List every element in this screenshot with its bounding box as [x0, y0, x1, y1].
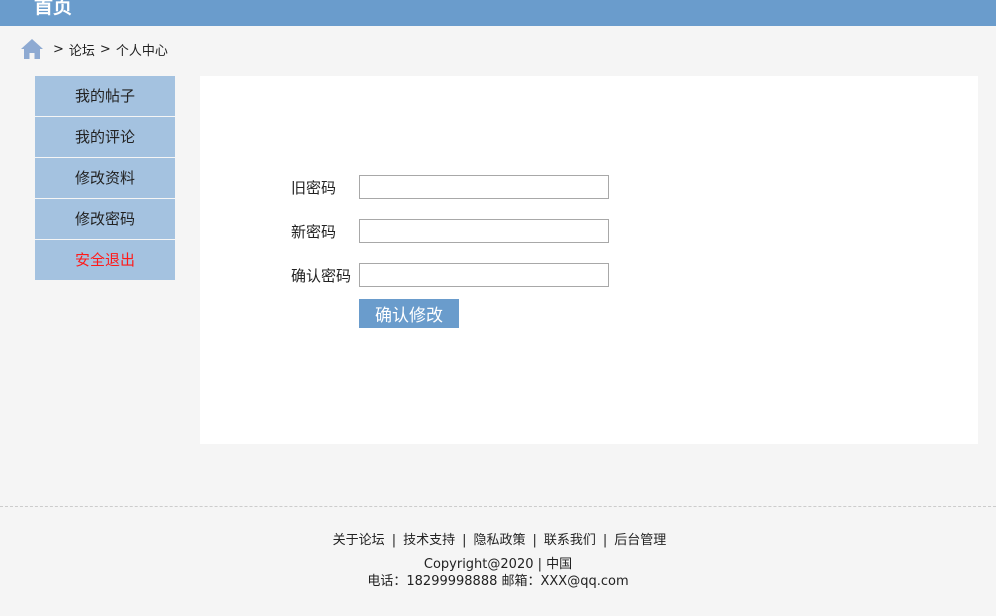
breadcrumb: > 论坛 > 个人中心: [20, 38, 168, 60]
footer-copyright: Copyright@2020 | 中国: [423, 557, 573, 572]
footer-link-about[interactable]: 关于论坛: [333, 533, 385, 548]
sidebar-item-logout[interactable]: 安全退出: [35, 240, 175, 280]
old-password-label: 旧密码: [291, 178, 337, 197]
home-icon[interactable]: [20, 38, 44, 60]
old-password-input[interactable]: [359, 175, 609, 199]
footer: 关于论坛 | 技术支持 | 隐私政策 | 联系我们 | 后台管理 Copyright@2020 …: [0, 532, 996, 590]
sidebar-item-change-password[interactable]: 修改密码: [35, 199, 175, 239]
footer-link-privacy[interactable]: 隐私政策: [473, 533, 525, 548]
footer-divider: [0, 506, 996, 507]
confirm-password-row: 确认密码: [291, 262, 609, 288]
home-link[interactable]: 首页: [34, 0, 72, 22]
top-header-bar: 首页: [0, 0, 996, 26]
footer-link-admin[interactable]: 后台管理: [614, 533, 666, 548]
footer-contact: 电话：18299998888 邮箱：XXX@qq.com: [367, 574, 629, 589]
confirm-change-button[interactable]: 确认修改: [359, 299, 459, 328]
sidebar-menu: 我的帖子 我的评论 修改资料 修改密码 安全退出: [35, 76, 175, 281]
footer-link-contact[interactable]: 联系我们: [544, 533, 596, 548]
footer-link-divider: |: [602, 533, 608, 548]
confirm-password-input[interactable]: [359, 263, 609, 287]
new-password-input[interactable]: [359, 219, 609, 243]
change-password-panel: 旧密码 新密码 确认密码 确认修改: [200, 76, 978, 444]
breadcrumb-separator: >: [53, 41, 64, 57]
sidebar-item-my-comments[interactable]: 我的评论: [35, 117, 175, 157]
old-password-row: 旧密码: [291, 174, 609, 200]
confirm-password-label: 确认密码: [291, 266, 352, 285]
new-password-label: 新密码: [291, 222, 337, 241]
footer-link-divider: |: [462, 533, 467, 548]
footer-links: 关于论坛 | 技术支持 | 隐私政策 | 联系我们 | 后台管理: [3, 532, 996, 549]
sidebar-item-edit-profile[interactable]: 修改资料: [35, 158, 175, 198]
sidebar-item-my-posts[interactable]: 我的帖子: [35, 76, 175, 116]
footer-link-divider: |: [532, 533, 537, 548]
breadcrumb-separator: >: [99, 41, 111, 57]
breadcrumb-personal-center: 个人中心: [115, 43, 168, 59]
footer-link-support[interactable]: 技术支持: [403, 533, 455, 548]
breadcrumb-forum[interactable]: 论坛: [69, 40, 95, 59]
footer-link-divider: |: [391, 533, 397, 548]
new-password-row: 新密码: [291, 218, 609, 244]
